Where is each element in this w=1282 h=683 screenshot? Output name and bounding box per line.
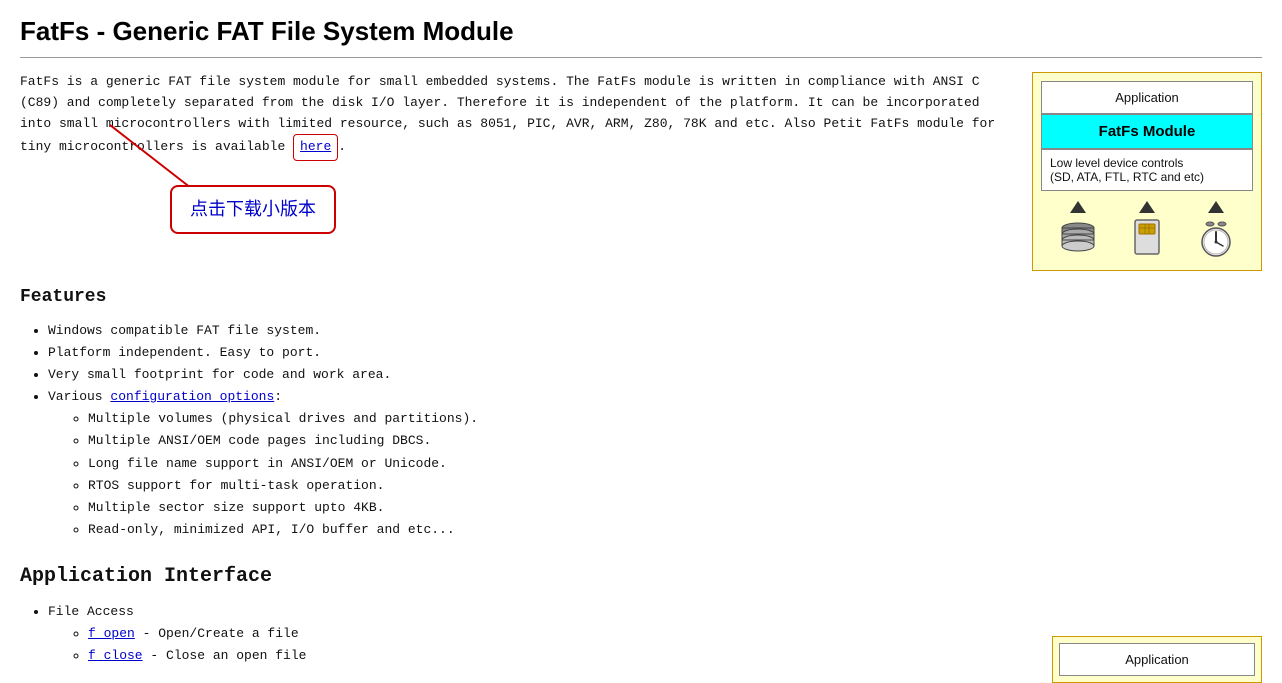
diagram-lowlevel-layer: Low level device controls(SD, ATA, FTL, … <box>1041 149 1253 191</box>
disk-icon-group <box>1058 201 1098 258</box>
download-annotation-area: 点击下载小版本 <box>20 175 1012 265</box>
f-open-link[interactable]: f_open <box>88 626 135 641</box>
list-item: Long file name support in ANSI/OEM or Un… <box>88 453 1012 475</box>
features-list: Windows compatible FAT file system. Plat… <box>48 320 1012 541</box>
page-title: FatFs - Generic FAT File System Module <box>20 16 1262 47</box>
main-content: FatFs is a generic FAT file system modul… <box>20 72 1012 667</box>
clock-svg <box>1196 218 1236 258</box>
clock-up-arrow <box>1208 201 1224 213</box>
list-item: Multiple sector size support upto 4KB. <box>88 497 1012 519</box>
list-item: File Access f_open - Open/Create a file … <box>48 601 1012 667</box>
disk-svg <box>1058 218 1098 256</box>
app-interface-heading: Application Interface <box>20 561 1012 593</box>
app-interface-list: File Access f_open - Open/Create a file … <box>48 601 1012 667</box>
diagram-panel: Application FatFs Module Low level devic… <box>1032 72 1262 667</box>
bottom-diagram-panel: Application <box>1032 636 1262 683</box>
here-link[interactable]: here <box>300 139 331 154</box>
app-interface-section: Application Interface File Access f_open… <box>20 561 1012 667</box>
title-divider <box>20 57 1262 58</box>
config-options-list: Multiple volumes (physical drives and pa… <box>88 408 1012 541</box>
card-up-arrow <box>1139 201 1155 213</box>
download-button[interactable]: 点击下载小版本 <box>170 185 336 234</box>
list-item: f_open - Open/Create a file <box>88 623 1012 645</box>
list-item: f_close - Close an open file <box>88 645 1012 667</box>
bottom-application-layer: Application <box>1059 643 1255 676</box>
list-item: Read-only, minimized API, I/O buffer and… <box>88 519 1012 541</box>
list-item: Multiple volumes (physical drives and pa… <box>88 408 1012 430</box>
diagram-icons-row <box>1041 191 1253 262</box>
disk-up-arrow <box>1070 201 1086 213</box>
config-options-link[interactable]: configuration options <box>110 389 274 404</box>
diagram-application-layer: Application <box>1041 81 1253 114</box>
diagram-fatfs-layer: FatFs Module <box>1041 114 1253 149</box>
bottom-diagram-box: Application <box>1052 636 1262 683</box>
list-item: Various configuration options: Multiple … <box>48 386 1012 541</box>
diagram-box: Application FatFs Module Low level devic… <box>1032 72 1262 271</box>
f-close-link[interactable]: f_close <box>88 648 143 663</box>
file-access-list: f_open - Open/Create a file f_close - Cl… <box>88 623 1012 667</box>
list-item: Multiple ANSI/OEM code pages including D… <box>88 430 1012 452</box>
list-item: Very small footprint for code and work a… <box>48 364 1012 386</box>
list-item: RTOS support for multi-task operation. <box>88 475 1012 497</box>
here-link-box: here <box>293 134 338 161</box>
clock-icon-group <box>1196 201 1236 258</box>
features-heading: Features <box>20 283 1012 312</box>
list-item: Platform independent. Easy to port. <box>48 342 1012 364</box>
list-item: Windows compatible FAT file system. <box>48 320 1012 342</box>
card-icon-group <box>1132 201 1162 258</box>
features-section: Features Windows compatible FAT file sys… <box>20 283 1012 541</box>
card-svg <box>1132 218 1162 256</box>
